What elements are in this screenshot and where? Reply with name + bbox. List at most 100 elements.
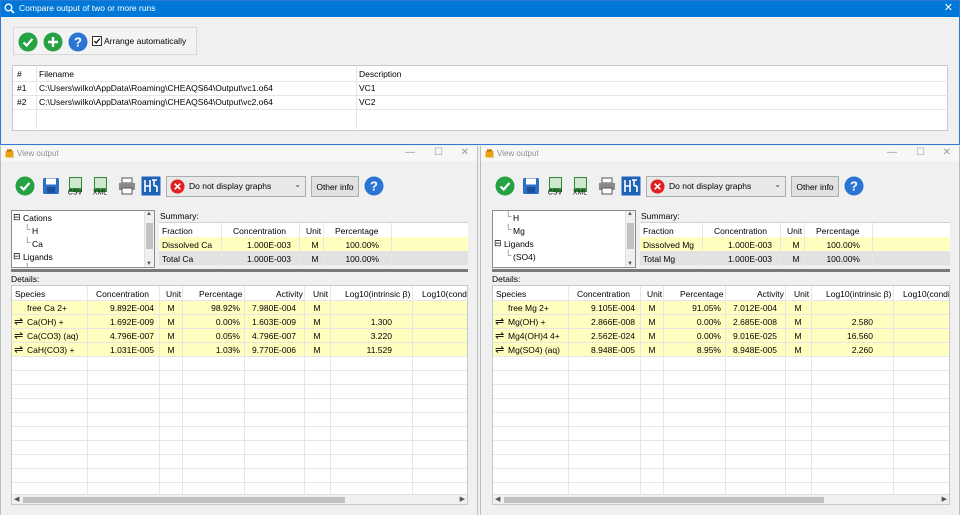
details-column-header[interactable]: Log10(intrinsic β) (345, 289, 410, 299)
scroll-left-icon[interactable]: ◀ (495, 495, 500, 503)
summary-label: Summary: (160, 211, 199, 221)
scroll-down-icon[interactable]: ▼ (627, 261, 633, 267)
help-button[interactable]: ? (364, 176, 384, 196)
details-column-header[interactable]: Unit (794, 289, 809, 299)
close-icon[interactable]: ✕ (461, 147, 469, 158)
scroll-right-icon[interactable]: ▶ (460, 495, 465, 503)
layout-button[interactable] (141, 176, 161, 196)
summary-column-header[interactable]: Fraction (643, 226, 674, 236)
summary-column-header[interactable]: Percentage (335, 226, 378, 236)
add-run-button[interactable] (43, 32, 63, 52)
scroll-up-icon[interactable]: ▲ (627, 211, 633, 217)
graph-display-select[interactable]: Do not display graphs ⌄ (646, 176, 786, 197)
help-button[interactable]: ? (68, 32, 88, 52)
details-column-header[interactable]: Concentration (96, 289, 149, 299)
details-column-header[interactable]: Activity (276, 289, 303, 299)
scroll-up-icon[interactable]: ▲ (146, 211, 152, 217)
minimize-icon[interactable]: — (887, 147, 897, 158)
species-name: CaH(CO3) + (27, 345, 75, 355)
arrange-checkbox[interactable] (92, 36, 102, 46)
grid-line (330, 286, 331, 496)
table-row[interactable]: ⇌ Mg4(OH)4 4+ 2.562E-024 M 0.00% 9.016E-025 M 1… (493, 328, 949, 342)
activity-unit: M (794, 331, 802, 341)
column-header-filename[interactable]: Filename (39, 69, 74, 79)
save-button[interactable] (41, 176, 61, 196)
scroll-thumb[interactable] (627, 223, 634, 249)
summary-row[interactable]: Dissolved Ca 1.000E-003 M 100.00% (159, 237, 468, 251)
tree-scrollbar[interactable]: ▲ ▼ (144, 211, 154, 267)
details-column-header[interactable]: Unit (647, 289, 662, 299)
other-info-button[interactable]: Other info (791, 176, 839, 197)
ok-button[interactable] (495, 176, 515, 196)
table-row[interactable]: ⇌ CaH(CO3) + 1.031E-005 M 1.03% 9.770E-006 M 11… (12, 342, 467, 356)
details-column-header[interactable]: Log10(intrinsic β) (826, 289, 891, 299)
layout-button[interactable] (621, 176, 641, 196)
ok-button[interactable] (18, 32, 38, 52)
scroll-right-icon[interactable]: ▶ (942, 495, 947, 503)
export-csv-button[interactable]: CSV (65, 176, 85, 197)
scroll-thumb[interactable] (146, 223, 153, 249)
column-header-num[interactable]: # (17, 69, 22, 79)
export-xml-button[interactable]: XML (90, 176, 110, 197)
summary-row[interactable]: Total Ca 1.000E-003 M 100.00% (159, 251, 468, 265)
save-button[interactable] (521, 176, 541, 196)
table-row[interactable]: ⇌ Ca(CO3) (aq) 4.796E-007 M 0.05% 4.796E-007 M… (12, 328, 467, 342)
tree-expander-icon[interactable]: ⊟ (13, 212, 21, 223)
tree-expander-icon[interactable]: ⊟ (13, 251, 21, 262)
table-row[interactable]: ⇌ Mg(OH) + 2.866E-008 M 0.00% 2.685E-008 M 2.58… (493, 314, 949, 328)
summary-column-header[interactable]: Concentration (233, 226, 286, 236)
summary-column-header[interactable]: Unit (787, 226, 802, 236)
minimize-icon[interactable]: — (405, 147, 415, 158)
summary-column-header[interactable]: Unit (306, 226, 321, 236)
details-column-header[interactable]: Unit (166, 289, 181, 299)
close-icon[interactable]: ✕ (944, 1, 953, 14)
tree-expander-icon[interactable]: ⊟ (494, 238, 502, 249)
details-column-header[interactable]: Log10(condi (422, 289, 467, 299)
grid-line (493, 412, 949, 413)
print-button[interactable] (597, 176, 617, 196)
scroll-down-icon[interactable]: ▼ (146, 261, 152, 267)
tree-scrollbar[interactable]: ▲ ▼ (625, 211, 635, 267)
summary-column-header[interactable]: Percentage (816, 226, 859, 236)
view-titlebar: View output — ☐ ✕ (1, 146, 477, 161)
other-info-button[interactable]: Other info (311, 176, 359, 197)
component-tree[interactable]: ⊟Cations└H└Ca⊟Ligands└(CO3) ▲ ▼ (11, 210, 155, 268)
column-header-description[interactable]: Description (359, 69, 402, 79)
summary-column-header[interactable]: Fraction (162, 226, 193, 236)
maximize-icon[interactable]: ☐ (916, 147, 925, 158)
details-column-header[interactable]: Activity (757, 289, 784, 299)
details-column-header[interactable]: Species (496, 289, 526, 299)
details-table: Species Concentration Unit Percentage Activi… (11, 285, 468, 505)
splitter-handle[interactable] (11, 269, 468, 272)
component-tree[interactable]: └ H └ Mg ⊟ Ligands └ (SO4) ▲ ▼ (492, 210, 636, 268)
details-column-header[interactable]: Percentage (199, 289, 242, 299)
details-column-header[interactable]: Species (15, 289, 45, 299)
help-button[interactable]: ? (844, 176, 864, 196)
table-row[interactable]: ⇌ Mg(SO4) (aq) 8.948E-005 M 8.95% 8.948E-005 M… (493, 342, 949, 356)
splitter-handle[interactable] (492, 269, 950, 272)
print-button[interactable] (117, 176, 137, 196)
summary-row[interactable]: Total Mg 1.000E-003 M 100.00% (640, 251, 950, 265)
details-column-header[interactable]: Concentration (577, 289, 630, 299)
export-xml-button[interactable]: XML (570, 176, 590, 197)
details-column-header[interactable]: Log10(condi (903, 289, 949, 299)
graph-display-select[interactable]: Do not display graphs ⌄ (166, 176, 306, 197)
details-hscrollbar[interactable]: ◀ ▶ (493, 494, 949, 504)
export-csv-button[interactable]: CSV (545, 176, 565, 197)
details-hscrollbar[interactable]: ◀ ▶ (12, 494, 467, 504)
maximize-icon[interactable]: ☐ (434, 147, 443, 158)
summary-unit: M (311, 254, 319, 264)
ok-button[interactable] (15, 176, 35, 196)
details-column-header[interactable]: Percentage (680, 289, 723, 299)
scroll-thumb[interactable] (23, 497, 345, 503)
run-number: #1 (17, 83, 27, 93)
close-icon[interactable]: ✕ (943, 147, 951, 158)
table-row[interactable]: free Mg 2+ 9.105E-004 M 91.05% 7.012E-004 M (493, 300, 949, 314)
scroll-thumb[interactable] (504, 497, 824, 503)
table-row[interactable]: free Ca 2+ 9.892E-004 M 98.92% 7.980E-004 M (12, 300, 467, 314)
details-column-header[interactable]: Unit (313, 289, 328, 299)
table-row[interactable]: ⇌ Ca(OH) + 1.692E-009 M 0.00% 1.603E-009 M 1.30… (12, 314, 467, 328)
scroll-left-icon[interactable]: ◀ (14, 495, 19, 503)
summary-row[interactable]: Dissolved Mg 1.000E-003 M 100.00% (640, 237, 950, 251)
summary-column-header[interactable]: Concentration (714, 226, 767, 236)
